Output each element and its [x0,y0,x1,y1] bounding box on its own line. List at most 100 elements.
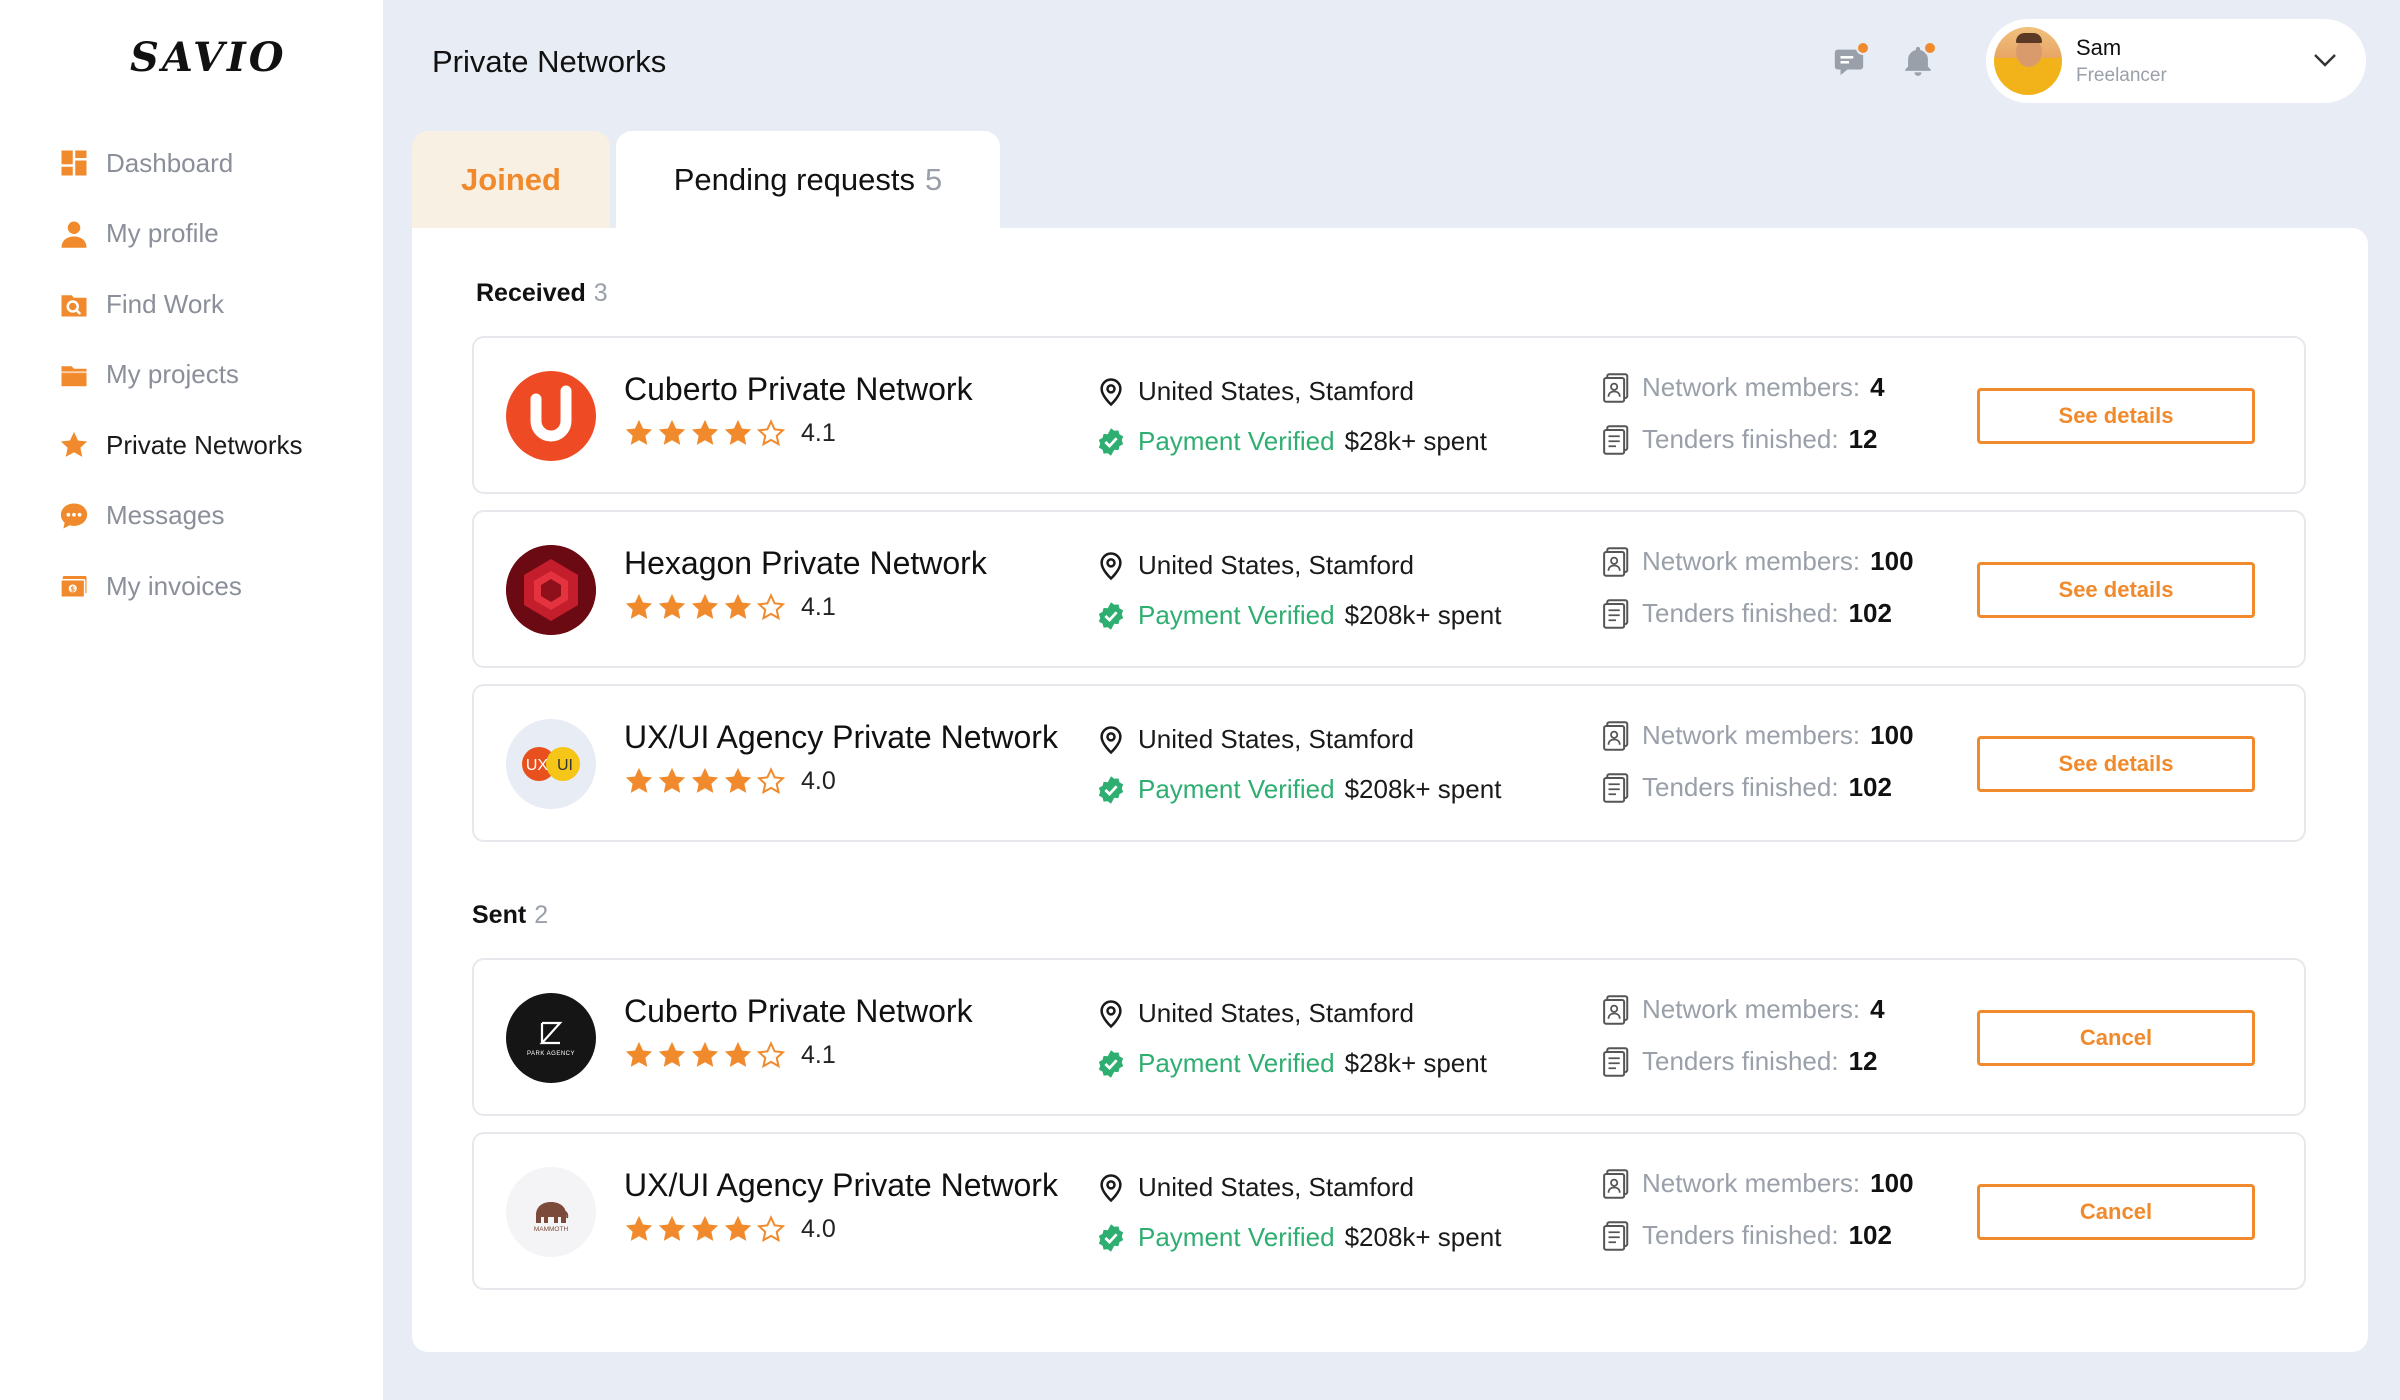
payment-status: Payment Verified $208k+ spent [1096,774,1501,805]
tenders-label: Tenders finished: [1642,1046,1839,1076]
notification-dot [1856,41,1870,55]
members-value: 4 [1870,994,1885,1024]
page-title: Private Networks [432,44,667,79]
network-card: PARK AGENCY Cuberto Private Network 4.1 … [472,958,2306,1116]
section-label: Received [476,279,586,307]
network-name[interactable]: Hexagon Private Network [624,545,987,582]
rating-value: 4.1 [801,1040,836,1069]
amount-spent: $208k+ spent [1344,1222,1502,1252]
network-name[interactable]: Cuberto Private Network [624,993,973,1030]
tenders-label: Tenders finished: [1642,772,1839,802]
sidebar-item-label: Messages [106,500,225,530]
payment-status: Payment Verified $208k+ spent [1096,600,1501,631]
network-name[interactable]: UX/UI Agency Private Network [624,719,1058,756]
tenders-value: 12 [1848,424,1878,454]
svg-text:$: $ [70,585,75,593]
sidebar-item-messages[interactable]: Messages [58,498,303,534]
members-doc-icon [1603,1168,1629,1199]
avatar [1994,27,2062,95]
section-sent: Sent 2 [472,901,548,930]
network-members: Network members: 100 [1602,1168,1914,1199]
sidebar-item-private-networks[interactable]: Private Networks [58,427,303,463]
see-details-button[interactable]: See details [1977,562,2255,618]
star-filled-icon [691,1215,719,1241]
sidebar-item-my-profile[interactable]: My profile [58,216,303,252]
tab-pending-requests[interactable]: Pending requests 5 [616,131,1000,229]
messages-button[interactable] [1832,41,1872,84]
tenders-doc-icon [1603,598,1629,629]
rating-value: 4.0 [801,1214,836,1243]
bell-icon [1901,46,1935,82]
tenders-doc-icon [1603,772,1629,803]
star-filled-icon [691,593,719,619]
cancel-button[interactable]: Cancel [1977,1010,2255,1066]
tenders-doc-icon [1603,424,1629,455]
star-rating: 4.1 [624,418,836,448]
tab-joined[interactable]: Joined [412,131,610,229]
cuberto-logo [506,371,596,461]
network-name[interactable]: UX/UI Agency Private Network [624,1167,1058,1204]
tenders-value: 102 [1848,598,1892,628]
see-details-button[interactable]: See details [1977,736,2255,792]
network-members: Network members: 100 [1602,546,1914,577]
members-doc-icon [1603,372,1629,403]
amount-spent: $28k+ spent [1344,1048,1487,1078]
amount-spent: $208k+ spent [1344,774,1502,804]
sidebar-item-my-projects[interactable]: My projects [58,357,303,393]
star-filled-icon [691,767,719,793]
section-count: 3 [593,279,608,307]
notifications-button[interactable] [1901,41,1941,84]
dashboard-icon [58,147,90,179]
uxui-logo-left-text: UX [526,757,549,774]
payment-verified-label: Payment Verified [1138,426,1335,456]
verified-badge-icon [1098,1223,1124,1252]
members-label: Network members: [1642,1168,1861,1198]
uxui-logo: UX UI [506,719,596,809]
members-label: Network members: [1642,720,1861,750]
payment-status: Payment Verified $28k+ spent [1096,426,1487,457]
members-label: Network members: [1642,372,1861,402]
star-icon [58,429,90,461]
network-name[interactable]: Cuberto Private Network [624,371,973,408]
park-agency-logo-text: PARK AGENCY [527,1051,575,1057]
star-filled-icon [724,1215,752,1241]
network-card: Hexagon Private Network 4.1 United State… [472,510,2306,668]
verified-badge-icon [1098,775,1124,804]
star-empty-icon [756,419,786,447]
app: SAVIO Dashboard My profile Find Work My … [0,0,2400,1400]
sidebar-item-my-invoices[interactable]: $ My invoices [58,568,303,604]
star-filled-icon [724,419,752,445]
star-empty-icon [756,767,786,795]
star-filled-icon [724,593,752,619]
user-menu[interactable]: Sam Freelancer [1986,19,2366,103]
network-members: Network members: 100 [1602,720,1914,751]
tenders-finished: Tenders finished: 102 [1602,598,1892,629]
tenders-finished: Tenders finished: 12 [1602,1046,1877,1077]
section-count: 2 [534,901,549,929]
payment-verified-label: Payment Verified [1138,774,1335,804]
sidebar-item-dashboard[interactable]: Dashboard [58,145,303,181]
network-members: Network members: 4 [1602,372,1885,403]
payment-status: Payment Verified $208k+ spent [1096,1222,1501,1253]
chat-icon [58,500,90,532]
star-filled-icon [658,593,686,619]
members-label: Network members: [1642,994,1861,1024]
sidebar-item-label: My projects [106,359,239,389]
app-logo[interactable]: SAVIO [130,34,287,81]
see-details-button[interactable]: See details [1977,388,2255,444]
payment-status: Payment Verified $28k+ spent [1096,1048,1487,1079]
star-filled-icon [625,419,653,445]
location-pin-icon [1100,1173,1122,1202]
sidebar-item-find-work[interactable]: Find Work [58,286,303,322]
star-filled-icon [691,419,719,445]
tenders-label: Tenders finished: [1642,424,1839,454]
chevron-down-icon[interactable] [2312,49,2338,71]
cancel-button[interactable]: Cancel [1977,1184,2255,1240]
location-pin-icon [1100,377,1122,406]
members-label: Network members: [1642,546,1861,576]
star-rating: 4.1 [624,1040,836,1070]
network-card: UX UI UX/UI Agency Private Network 4.0 U… [472,684,2306,842]
star-filled-icon [658,419,686,445]
section-label: Sent [472,901,527,929]
members-value: 100 [1870,546,1914,576]
